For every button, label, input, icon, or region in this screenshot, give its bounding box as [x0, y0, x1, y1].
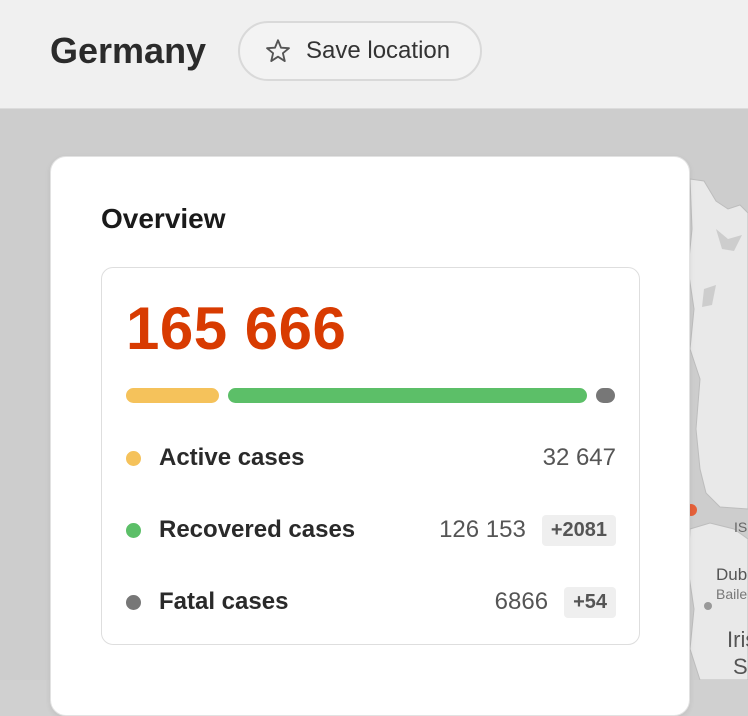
overview-card: Overview 165 666 Active cases 32 647 Rec… — [50, 156, 690, 716]
active-cases-row: Active cases 32 647 — [126, 438, 616, 478]
page-title: Germany — [50, 30, 207, 71]
fatal-cases-bar — [596, 388, 615, 403]
cases-summary-panel: 165 666 Active cases 32 647 Recovered ca… — [101, 267, 640, 645]
recovered-cases-label: Recovered cases — [159, 516, 356, 543]
header-bar: Germany Save location — [0, 0, 748, 109]
active-cases-value: 32 647 — [542, 444, 616, 471]
fatal-cases-value: 6866 — [494, 588, 549, 615]
star-outline-icon — [264, 37, 292, 65]
map-label: Dub — [716, 565, 747, 584]
fatal-cases-label: Fatal cases — [159, 588, 289, 615]
recovered-cases-bar — [228, 388, 587, 403]
map-label: ISI — [734, 519, 748, 535]
recovered-cases-value: 126 153 — [439, 516, 526, 543]
recovered-cases-delta: +2081 — [541, 514, 616, 546]
map-label: Baile — [716, 586, 747, 602]
active-cases-label: Active cases — [159, 444, 305, 471]
save-location-label: Save location — [306, 37, 451, 64]
active-cases-bar — [126, 388, 219, 403]
fatal-cases-row: Fatal cases 6866 +54 — [126, 582, 616, 622]
fatal-cases-delta: +54 — [564, 586, 616, 618]
overview-title: Overview — [101, 203, 226, 234]
save-location-button[interactable]: Save location — [238, 21, 482, 81]
active-cases-dot — [126, 450, 141, 466]
map-label: S — [733, 654, 748, 679]
fatal-cases-dot — [126, 594, 141, 610]
recovered-cases-dot — [126, 522, 141, 538]
map-label: Iris — [727, 627, 748, 652]
total-cases-value: 165 666 — [126, 295, 347, 362]
recovered-cases-row: Recovered cases 126 153 +2081 — [126, 510, 616, 550]
